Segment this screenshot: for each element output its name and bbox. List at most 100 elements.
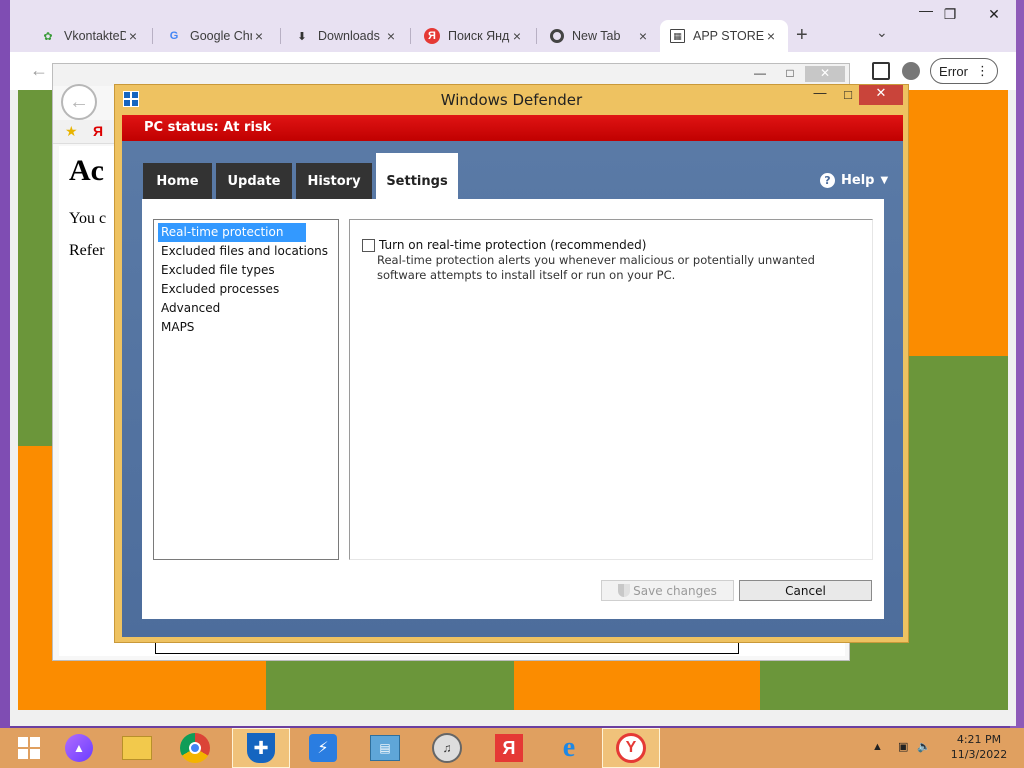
network-icon[interactable]: ▣ <box>898 741 908 753</box>
tab-separator <box>280 28 281 44</box>
close-icon[interactable]: × <box>764 28 778 44</box>
tab-settings[interactable]: Settings <box>376 153 458 199</box>
back-circle-icon[interactable]: ← <box>61 84 97 120</box>
taskbar-file-explorer[interactable] <box>108 728 166 768</box>
tab-downloads[interactable]: ⬇ Downloads × <box>284 20 408 52</box>
tab-title: Google Chr <box>190 29 252 43</box>
error-button[interactable]: Error ⋮ <box>930 58 998 84</box>
close-icon[interactable]: ✕ <box>805 66 845 82</box>
lightning-icon: ⚡ <box>309 734 337 762</box>
taskbar-internet-explorer[interactable]: e <box>540 728 598 768</box>
tab-vkontakte[interactable]: ✿ VkontakteD × <box>30 20 150 52</box>
taskbar-media[interactable]: ♫ <box>418 728 476 768</box>
tab-history[interactable]: History <box>296 163 372 199</box>
minimize-icon[interactable]: — <box>745 66 775 82</box>
download-icon: ⬇ <box>297 30 307 43</box>
list-item-excluded-processes[interactable]: Excluded processes <box>158 280 334 299</box>
tab-title: New Tab <box>572 29 621 43</box>
clock-date: 11/3/2022 <box>950 748 1008 761</box>
alice-icon: ▲ <box>65 734 93 762</box>
new-tab-button[interactable]: + <box>796 24 808 47</box>
tab-search-chevron-icon[interactable]: ⌄ <box>876 24 888 41</box>
maximize-icon[interactable]: ❐ <box>930 6 970 23</box>
real-time-protection-option[interactable]: Turn on real-time protection (recommende… <box>362 238 646 252</box>
yandex-bar-icon[interactable]: Я <box>93 123 103 139</box>
tab-separator <box>410 28 411 44</box>
yandex-browser-icon: Y <box>616 733 646 763</box>
tab-strip: ✿ VkontakteD × G Google Chr × ⬇ Download… <box>10 0 1016 52</box>
help-label: Help <box>841 173 875 188</box>
close-icon[interactable]: × <box>126 28 140 44</box>
side-panel-icon[interactable] <box>872 62 890 80</box>
close-icon[interactable]: × <box>636 28 650 44</box>
clock[interactable]: 4:21 PM 11/3/2022 <box>944 732 1014 762</box>
close-window-icon[interactable]: ✕ <box>974 6 1014 23</box>
help-question-icon: ? <box>820 173 835 188</box>
taskbar-control-panel[interactable]: ▤ <box>356 728 414 768</box>
list-item-excluded-file-types[interactable]: Excluded file types <box>158 261 334 280</box>
yandex-icon: Я <box>495 734 523 762</box>
taskbar-yandex-browser[interactable]: Y <box>602 728 660 768</box>
tab-new-tab[interactable]: New Tab × <box>540 20 660 52</box>
yandex-icon: Я <box>424 28 440 44</box>
tab-title: VkontakteD <box>64 29 126 43</box>
settings-content: Turn on real-time protection (recommende… <box>349 219 873 560</box>
ie-icon: e <box>562 732 576 763</box>
taskbar-windows-defender[interactable]: ✚ <box>232 728 290 768</box>
chevron-up-icon[interactable]: ▲ <box>872 741 883 753</box>
tab-update[interactable]: Update <box>216 163 292 199</box>
taskbar-app[interactable]: ⚡ <box>294 728 352 768</box>
save-label: Save changes <box>633 583 717 598</box>
headphones-icon: ♫ <box>432 733 462 763</box>
taskbar: ▲ ✚ ⚡ ▤ ♫ Я e Y ▲ ▣ 🔈 4:21 PM 11/3/2022 <box>0 728 1024 768</box>
taskbar-chrome[interactable] <box>166 728 224 768</box>
list-item-real-time-protection[interactable]: Real-time protection <box>158 223 306 242</box>
taskbar-alice[interactable]: ▲ <box>50 728 108 768</box>
pc-status-banner: PC status: At risk <box>122 115 903 141</box>
tab-home[interactable]: Home <box>143 163 212 199</box>
save-changes-button[interactable]: Save changes <box>601 580 734 601</box>
minimize-icon[interactable]: — <box>805 85 835 105</box>
folder-icon <box>122 736 152 760</box>
back-arrow-icon[interactable]: ← <box>30 60 48 81</box>
chrome-icon <box>550 29 564 43</box>
close-icon[interactable]: ✕ <box>859 85 903 105</box>
tab-separator <box>152 28 153 44</box>
list-item-advanced[interactable]: Advanced <box>158 299 334 318</box>
settings-panel: Real-time protection Excluded files and … <box>142 199 884 619</box>
kebab-menu-icon: ⋮ <box>975 63 989 78</box>
option-description: Real-time protection alerts you whenever… <box>377 253 815 282</box>
profile-avatar-icon[interactable] <box>902 62 920 80</box>
tab-yandex-search[interactable]: Я Поиск Янд × <box>414 20 534 52</box>
tab-app-store[interactable]: ▦ APP STORE × <box>660 20 788 52</box>
window-title: Windows Defender <box>440 91 583 109</box>
desktop-background-left <box>0 0 10 728</box>
page-tile <box>514 656 760 710</box>
help-menu[interactable]: ? Help ▼ <box>820 173 888 188</box>
list-item-maps[interactable]: MAPS <box>158 318 334 337</box>
page-paragraph: You c <box>69 210 107 227</box>
tab-google[interactable]: G Google Chr × <box>156 20 276 52</box>
cancel-button[interactable]: Cancel <box>739 580 872 601</box>
google-icon: G <box>169 30 179 42</box>
maximize-icon[interactable]: □ <box>775 66 805 82</box>
checkbox-label[interactable]: Turn on real-time protection (recommende… <box>379 238 646 252</box>
taskbar-yandex[interactable]: Я <box>480 728 538 768</box>
clock-time: 4:21 PM <box>956 733 1002 746</box>
volume-icon[interactable]: 🔈 <box>917 741 931 753</box>
tab-title: APP STORE <box>693 29 764 43</box>
tab-separator <box>536 28 537 44</box>
real-time-protection-checkbox[interactable] <box>362 238 375 252</box>
control-panel-icon: ▤ <box>370 735 400 761</box>
close-icon[interactable]: × <box>510 28 524 44</box>
close-icon[interactable]: × <box>252 28 266 44</box>
close-icon[interactable]: × <box>384 28 398 44</box>
favorites-star-icon[interactable]: ★ <box>65 123 78 140</box>
list-item-excluded-files[interactable]: Excluded files and locations <box>158 242 334 261</box>
page-tile <box>266 656 514 710</box>
page-heading: Ac <box>69 154 104 187</box>
defender-shield-icon: ✚ <box>247 733 275 763</box>
grid-icon: ▦ <box>670 29 685 43</box>
page-paragraph: Refer <box>69 242 105 259</box>
defender-titlebar: Windows Defender — □ ✕ <box>115 85 908 115</box>
